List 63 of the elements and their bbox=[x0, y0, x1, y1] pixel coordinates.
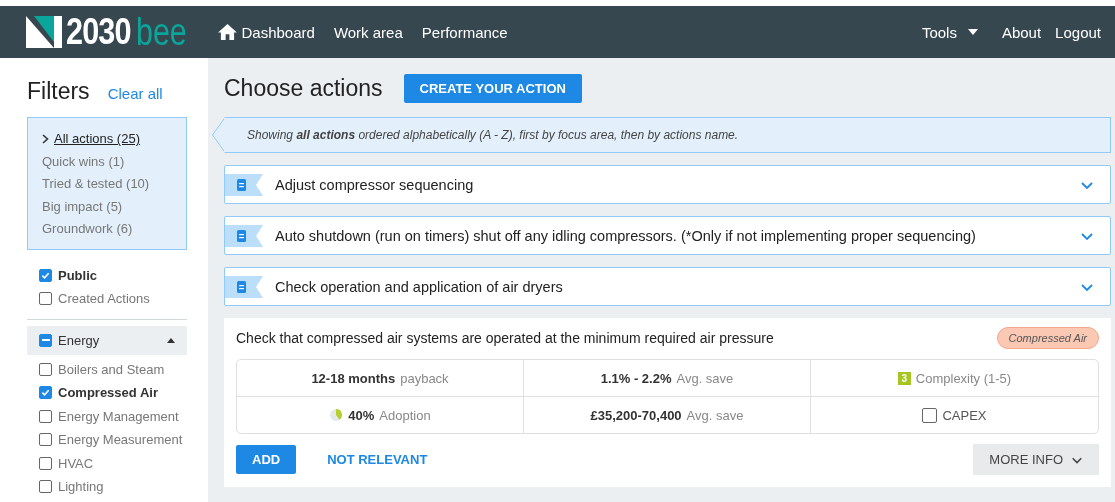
caret-icon bbox=[967, 29, 978, 35]
action-accordion[interactable]: Adjust compressor sequencing bbox=[224, 165, 1111, 204]
logo-word: bee bbox=[136, 10, 187, 54]
filter-checkbox[interactable]: HVAC bbox=[27, 451, 187, 475]
logo-icon bbox=[26, 16, 62, 48]
stat-label: Complexity (1-5) bbox=[915, 370, 1012, 386]
category-link[interactable]: Groundwork (6) bbox=[42, 220, 172, 239]
nav-link[interactable]: Logout bbox=[1055, 23, 1101, 41]
stat-value: 40% bbox=[348, 407, 375, 423]
chevron-right-icon bbox=[42, 134, 49, 145]
not-relevant-button[interactable]: NOT RELEVANT bbox=[306, 452, 449, 467]
page-title: Choose actions bbox=[224, 75, 383, 102]
check-icon bbox=[41, 270, 50, 280]
nav-link[interactable]: Performance bbox=[421, 23, 508, 41]
info-text: Showing all actions ordered alphabetically (A - Z), first by focus area, then by actions name. bbox=[247, 128, 739, 142]
filters-title: Filters bbox=[27, 78, 90, 105]
filter-checkbox[interactable]: Public bbox=[27, 263, 187, 287]
stat-value: 12-18 months bbox=[311, 370, 396, 386]
action-title: Auto shutdown (run on timers) shut off any idling compressors. (*Only if not implementing proper sequencing) bbox=[275, 227, 977, 244]
home-icon bbox=[217, 24, 237, 40]
logo[interactable]: 2030bee bbox=[26, 10, 200, 54]
filter-checkbox[interactable]: Lighting bbox=[27, 475, 187, 499]
action-accordion[interactable]: Check operation and application of air dryers bbox=[224, 267, 1111, 306]
stat-label: Avg. save bbox=[686, 407, 744, 423]
stat-label: CAPEX bbox=[942, 407, 987, 423]
category-link[interactable]: All actions (25) bbox=[42, 130, 172, 149]
clipboard-flag-icon bbox=[225, 224, 263, 247]
stat-label: payback bbox=[400, 370, 449, 386]
group-label: Energy bbox=[58, 332, 101, 348]
complexity-badge: 3 bbox=[897, 371, 911, 385]
action-title: Check operation and application of air dryers bbox=[275, 278, 564, 295]
capex-checkbox[interactable] bbox=[922, 407, 938, 423]
group-checkbox[interactable] bbox=[39, 333, 52, 347]
focus-area-tag: Compressed Air bbox=[996, 327, 1099, 349]
check-icon bbox=[41, 388, 50, 398]
group-header[interactable]: Energy bbox=[27, 325, 187, 355]
stat-label: Avg. save bbox=[676, 370, 734, 386]
nav-link[interactable]: About bbox=[1001, 23, 1042, 41]
dash-icon bbox=[41, 339, 50, 341]
logo-number: 2030 bbox=[66, 11, 131, 53]
filter-checkbox[interactable]: Energy Measurement bbox=[27, 428, 187, 452]
clipboard-flag-icon bbox=[225, 275, 263, 298]
nav-link[interactable]: Tools bbox=[921, 23, 978, 41]
create-action-button[interactable]: CREATE YOUR ACTION bbox=[403, 74, 582, 103]
nav-link[interactable]: Work area bbox=[333, 23, 403, 41]
stat-value: 1.1% - 2.2% bbox=[600, 370, 672, 386]
nav-link[interactable]: Dashboard bbox=[217, 23, 315, 41]
category-link[interactable]: Quick wins (1) bbox=[42, 152, 172, 171]
action-accordion[interactable]: Auto shutdown (run on timers) shut off any idling compressors. (*Only if not implementing proper sequencing) bbox=[224, 216, 1111, 255]
action-title: Adjust compressor sequencing bbox=[275, 176, 475, 193]
clipboard-flag-icon bbox=[225, 173, 263, 196]
filter-checkbox[interactable]: Boilers and Steam bbox=[27, 357, 187, 381]
clear-all-link[interactable]: Clear all bbox=[107, 85, 163, 102]
filter-checkbox[interactable]: Energy Management bbox=[27, 404, 187, 428]
more-info-button[interactable]: MORE INFO bbox=[973, 444, 1099, 475]
add-button[interactable]: ADD bbox=[236, 445, 297, 474]
filter-checkbox[interactable]: Compressed Air bbox=[27, 381, 187, 405]
card-title: Check that compressed air systems are operated at the minimum required air pressure bbox=[236, 330, 774, 346]
stat-value: £35,200-70,400 bbox=[590, 407, 682, 423]
filter-checkbox[interactable]: Created Actions bbox=[27, 287, 187, 311]
category-link[interactable]: Tried & tested (10) bbox=[42, 175, 172, 194]
stat-label: Adoption bbox=[379, 407, 431, 423]
category-link[interactable]: Big impact (5) bbox=[42, 197, 172, 216]
